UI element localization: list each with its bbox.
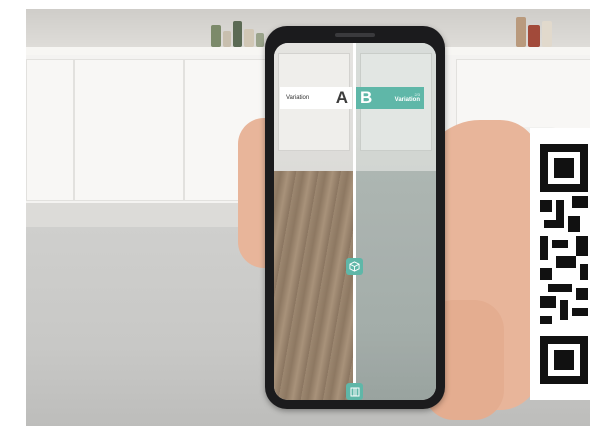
option-b-letter: B xyxy=(360,88,373,107)
option-a-variant: Variation xyxy=(286,95,310,101)
qr-code-icon xyxy=(540,144,588,384)
cube-icon-svg xyxy=(349,261,360,272)
grid-icon[interactable] xyxy=(346,383,363,400)
option-b-label[interactable]: B 2/3 Variation xyxy=(356,87,424,109)
countertop-jars xyxy=(211,15,271,47)
option-a-letter: A xyxy=(335,88,348,107)
countertop-bottles xyxy=(516,15,576,47)
qr-code-panel[interactable] xyxy=(530,128,590,400)
floor-variation-a xyxy=(274,171,354,400)
phone-speaker xyxy=(335,33,375,37)
cube-icon[interactable] xyxy=(346,258,363,275)
ar-floor-comparison-screen[interactable]: Variation A B 2/3 Variation xyxy=(274,43,436,400)
option-a-label[interactable]: Variation A xyxy=(280,87,352,109)
option-b-variant: Variation xyxy=(394,97,420,103)
smartphone: Variation A B 2/3 Variation xyxy=(265,26,445,409)
grid-icon-svg xyxy=(350,387,359,396)
